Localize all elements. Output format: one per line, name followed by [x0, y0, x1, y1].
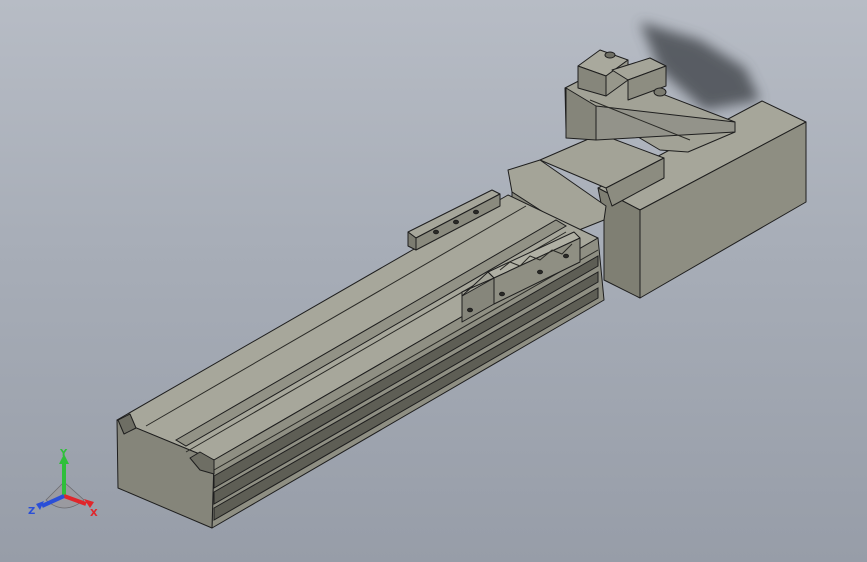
y-axis-label: Y: [59, 448, 68, 459]
z-axis-label: Z: [28, 506, 35, 517]
graphics-viewport[interactable]: Y X Z: [0, 0, 867, 562]
cad-model[interactable]: [0, 0, 867, 562]
x-axis-label: X: [90, 508, 98, 519]
orientation-triad: Y X Z: [28, 448, 98, 519]
